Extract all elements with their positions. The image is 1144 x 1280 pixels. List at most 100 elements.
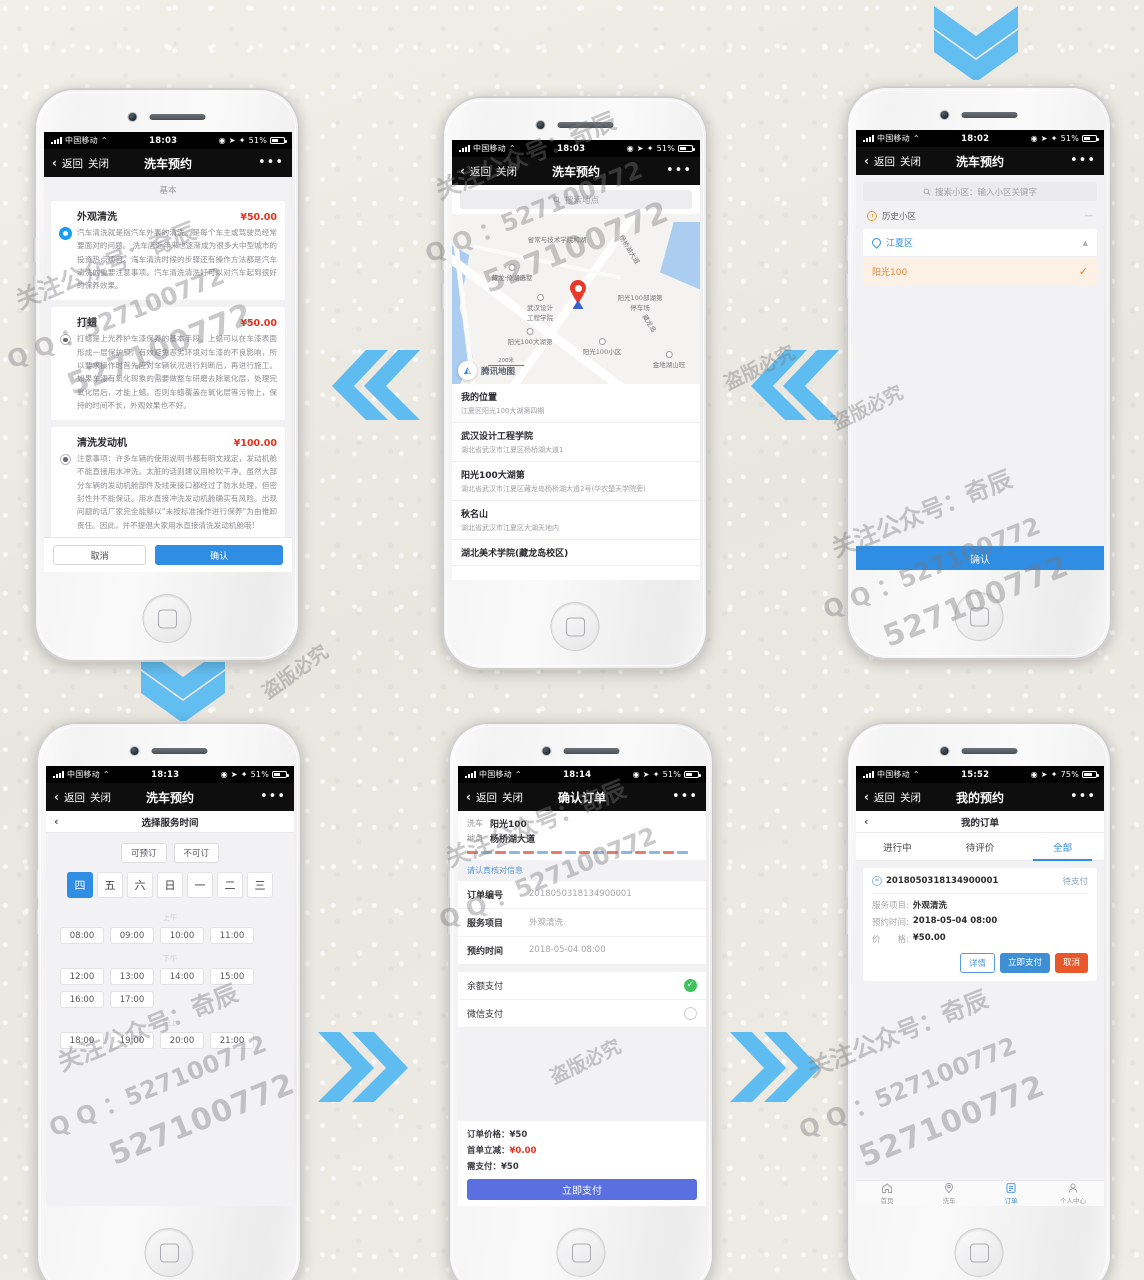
check-icon: ✓ [684,978,697,992]
nav-close-label[interactable]: 关闭 [496,164,517,179]
order-card[interactable]: ☂ 2018050318134900001 待支付 服务项目: 外观清洗 预约时… [863,868,1097,981]
home-button[interactable] [551,603,599,650]
signal-icon [863,135,874,142]
battery-percent: 75% [1060,770,1079,779]
service-price: ¥50.00 [240,212,277,223]
order-cancel-button[interactable]: 取消 [1054,953,1088,973]
service-radio[interactable] [60,454,71,466]
tabbar-item-profile[interactable]: 个人中心 [1042,1181,1104,1206]
search-input[interactable]: 搜索地点 [460,190,692,209]
more-dots-icon[interactable]: ••• [1070,154,1096,167]
home-button[interactable] [955,593,1003,640]
time-slot[interactable]: 08:00 [60,927,104,944]
back-chevron-icon[interactable]: ‹ [52,157,57,169]
availability-legend: 可预订 不可订 [46,833,294,872]
day-option[interactable]: 六 [127,872,153,898]
map-canvas[interactable]: 省常与技术学院和湖 藏龙·倚湖选墅 武汉设计 工程学院 阳光100大湖第 阳光1… [452,214,700,384]
time-slot[interactable]: 17:00 [110,991,154,1008]
address-name: 湖北美术学院(藏龙岛校区) [461,549,569,559]
tabbar-item-orders[interactable]: 订单 [980,1181,1042,1206]
more-dots-icon[interactable]: ••• [666,164,692,177]
home-button[interactable] [955,1229,1003,1276]
tab-in-progress[interactable]: 进行中 [856,833,939,860]
tab-all[interactable]: 全部 [1021,833,1104,861]
home-button[interactable] [557,1229,605,1276]
confirm-button[interactable]: 确认 [155,545,283,565]
community-item[interactable]: 阳光100 ✓ [863,257,1097,286]
order-detail-button[interactable]: 详情 [959,953,995,973]
tabbar-item-home[interactable]: 首页 [856,1181,918,1206]
order-row-label: 服务项目: [872,901,909,911]
more-dots-icon[interactable]: ••• [672,790,698,803]
payment-option-wechat[interactable]: 微信支付 [458,1000,706,1028]
payment-option-balance[interactable]: 余额支付 ✓ [458,972,706,1000]
home-button[interactable] [143,595,191,642]
nav-close-label[interactable]: 关闭 [88,156,109,171]
nav-back-label[interactable]: 返回 [874,154,895,169]
service-card[interactable]: 外观清洗 ¥50.00 汽车清洗就是指汽车外表的清洗。是每个车主或驾驶员经常要面… [51,201,285,301]
time-slot[interactable]: 13:00 [110,968,154,985]
nav-back-label[interactable]: 返回 [470,164,491,179]
time-slot[interactable]: 10:00 [160,927,204,944]
address-item[interactable]: 湖北美术学院(藏龙岛校区) [452,540,700,566]
time-slot[interactable]: 14:00 [160,968,204,985]
day-option[interactable]: 三 [247,872,273,898]
nav-back-label[interactable]: 返回 [476,790,497,805]
back-chevron-icon[interactable]: ‹ [466,791,471,803]
address-item[interactable]: 秋名山 湖北省武汉市江夏区大湖天地内 [452,501,700,540]
more-dots-icon[interactable]: ••• [260,790,286,803]
back-chevron-icon[interactable]: ‹ [864,791,869,803]
address-item[interactable]: 阳光100大湖第 湖北省武汉市江夏区藏龙岛杨桥湖大道2号(华农楚天学院旁) [452,462,700,501]
time-slot[interactable]: 19:00 [110,1032,154,1049]
nav-back-label[interactable]: 返回 [62,156,83,171]
address-item[interactable]: 我的位置 江夏区阳光100大湖第四期 [452,384,700,423]
day-option[interactable]: 日 [157,872,183,898]
flow-arrow-right-bottom-left [318,1026,422,1108]
tabbar-item-carwash[interactable]: 洗车 [918,1181,980,1206]
time-slot[interactable]: 18:00 [60,1032,104,1049]
time-slot[interactable]: 11:00 [210,927,254,944]
section-label-basic: 基本 [159,186,177,196]
service-card[interactable]: 清洗发动机 ¥100.00 注意事项：许多车辆的使用说明书都有明文规定，发动机舱… [51,427,285,540]
service-title: 外观清洗 [77,212,117,223]
order-pay-button[interactable]: 立即支付 [999,953,1050,973]
back-chevron-icon[interactable]: ‹ [460,165,465,177]
service-card[interactable]: 打蜡 ¥50.00 打蜡是上光养护车漆保养的基本手段。上蜡可以在车漆表面形成一层… [51,307,285,421]
wifi-icon: ⌃ [508,144,516,153]
nav-close-label[interactable]: 关闭 [900,790,921,805]
home-button[interactable] [145,1229,193,1276]
time-slot[interactable]: 12:00 [60,968,104,985]
back-chevron-icon[interactable]: ‹ [54,791,59,803]
nav-close-label[interactable]: 关闭 [502,790,523,805]
tab-pending-review[interactable]: 待评价 [939,833,1022,860]
day-option[interactable]: 四 [67,872,93,898]
chevron-up-icon[interactable]: ▲ [1083,239,1088,247]
day-option[interactable]: 五 [97,872,123,898]
more-dots-icon[interactable]: ••• [258,156,284,169]
address-item[interactable]: 武汉设计工程学院 湖北省武汉市江夏区杨桥湖大道1 [452,423,700,462]
time-slot[interactable]: 15:00 [210,968,254,985]
time-slot[interactable]: 09:00 [110,927,154,944]
service-radio[interactable] [60,334,71,346]
confirm-button[interactable]: 确认 [856,546,1104,570]
back-chevron-icon[interactable]: ‹ [864,155,869,167]
nav-close-label[interactable]: 关闭 [900,154,921,169]
time-slot[interactable]: 20:00 [160,1032,204,1049]
more-dots-icon[interactable]: ••• [1070,790,1096,803]
day-option[interactable]: 一 [187,872,213,898]
status-time: 18:02 [961,133,990,144]
phone-side-button [441,245,444,271]
time-slot[interactable]: 21:00 [210,1032,254,1049]
status-bar: 中国移动 ⌃ 18:03 ◉ ➤ ✦ 51% [44,132,292,149]
day-option[interactable]: 二 [217,872,243,898]
nav-close-label[interactable]: 关闭 [90,790,111,805]
community-search-input[interactable]: 搜索小区：输入小区关键字 [863,182,1097,201]
cancel-button[interactable]: 取消 [53,545,147,565]
service-radio[interactable] [60,228,71,239]
nav-back-label[interactable]: 返回 [874,790,895,805]
nav-back-label[interactable]: 返回 [64,790,85,805]
district-row[interactable]: 江夏区 ▲ [863,229,1097,257]
pay-now-button[interactable]: 立即支付 [467,1179,697,1200]
time-slot[interactable]: 16:00 [60,991,104,1008]
compass-icon[interactable]: ◭ [458,361,477,380]
